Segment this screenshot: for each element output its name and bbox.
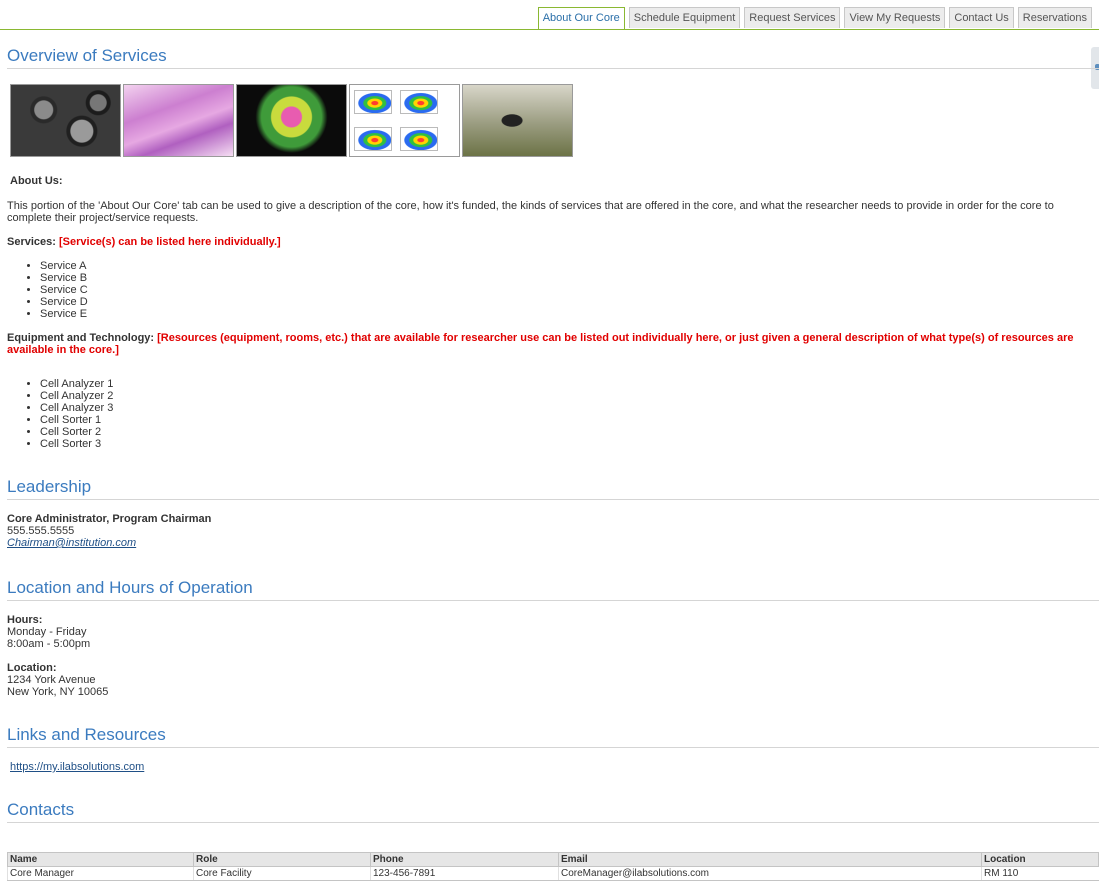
table-header-row: Name Role Phone Email Location	[7, 852, 1099, 867]
location-label: Location:	[7, 662, 57, 674]
tab-reservations[interactable]: Reservations	[1017, 7, 1092, 28]
cell-location: RM 110	[981, 866, 1099, 881]
hours-label: Hours:	[7, 614, 43, 626]
column-header-name[interactable]: Name	[7, 852, 194, 867]
about-label: About Us:	[10, 175, 63, 187]
table-row: Core Manager Core Facility 123-456-7891 …	[7, 866, 1099, 881]
equipment-label: Equipment and Technology:	[7, 332, 155, 344]
address-line-2: New York, NY 10065	[7, 686, 109, 698]
main-content: Overview of Services About Us: This port…	[7, 29, 1099, 881]
ilab-link[interactable]: https://my.ilabsolutions.com	[10, 761, 144, 773]
tab-schedule-equipment[interactable]: Schedule Equipment	[628, 7, 741, 28]
list-item: Cell Sorter 2	[40, 426, 1099, 438]
address-line-1: 1234 York Avenue	[7, 674, 96, 686]
tab-about-our-core[interactable]: About Our Core	[537, 7, 625, 29]
list-item: Service B	[40, 272, 1099, 284]
column-header-role[interactable]: Role	[193, 852, 371, 867]
list-item: Service A	[40, 260, 1099, 272]
about-text: This portion of the 'About Our Core' tab…	[7, 200, 1054, 224]
contacts-heading: Contacts	[7, 800, 1099, 823]
list-item: Service E	[40, 308, 1099, 320]
tab-bar: About Our Core Schedule Equipment Reques…	[0, 7, 1099, 30]
column-header-phone[interactable]: Phone	[370, 852, 559, 867]
leader-email-link[interactable]: Chairman@institution.com	[7, 537, 136, 549]
links-heading: Links and Resources	[7, 725, 1099, 748]
insect-macro-image	[462, 84, 573, 157]
list-item: Cell Analyzer 3	[40, 402, 1099, 414]
column-header-email[interactable]: Email	[558, 852, 982, 867]
list-item: Service C	[40, 284, 1099, 296]
flow-cytometry-plot-image	[349, 84, 460, 157]
list-item: Cell Sorter 1	[40, 414, 1099, 426]
leader-phone: 555.555.5555	[7, 525, 75, 537]
image-gallery	[10, 84, 1099, 157]
list-item: Service D	[40, 296, 1099, 308]
tab-request-services[interactable]: Request Services	[744, 7, 841, 28]
equipment-heading: Equipment and Technology: [Resources (eq…	[7, 332, 1099, 356]
tissue-histology-image	[123, 84, 234, 157]
cell-phone: 123-456-7891	[370, 866, 559, 881]
contacts-table: Name Role Phone Email Location Core Mana…	[7, 852, 1099, 881]
services-list: Service A Service B Service C Service D …	[7, 260, 1099, 320]
tab-contact-us[interactable]: Contact Us	[949, 7, 1014, 28]
leader-name: Core Administrator, Program Chairman	[7, 513, 212, 525]
hours-days: Monday - Friday	[7, 626, 87, 638]
fluorescent-cell-image	[236, 84, 347, 157]
leadership-heading: Leadership	[7, 477, 1099, 500]
location-heading: Location and Hours of Operation	[7, 578, 1099, 601]
column-header-location[interactable]: Location	[981, 852, 1099, 867]
cell-name: Core Manager	[7, 866, 194, 881]
services-heading: Services: [Service(s) can be listed here…	[7, 236, 1099, 248]
tab-view-my-requests[interactable]: View My Requests	[844, 7, 946, 28]
services-label: Services:	[7, 236, 56, 248]
list-item: Cell Analyzer 1	[40, 378, 1099, 390]
cell-micrograph-image	[10, 84, 121, 157]
equipment-list: Cell Analyzer 1 Cell Analyzer 2 Cell Ana…	[7, 378, 1099, 450]
services-note: [Service(s) can be listed here individua…	[59, 236, 281, 248]
overview-heading: Overview of Services	[7, 46, 1099, 69]
list-item: Cell Sorter 3	[40, 438, 1099, 450]
cell-role: Core Facility	[193, 866, 371, 881]
hours-time: 8:00am - 5:00pm	[7, 638, 91, 650]
tabs: About Our Core Schedule Equipment Reques…	[537, 7, 1092, 29]
list-item: Cell Analyzer 2	[40, 390, 1099, 402]
cell-email: CoreManager@ilabsolutions.com	[558, 866, 982, 881]
equipment-note: [Resources (equipment, rooms, etc.) that…	[7, 332, 1074, 356]
